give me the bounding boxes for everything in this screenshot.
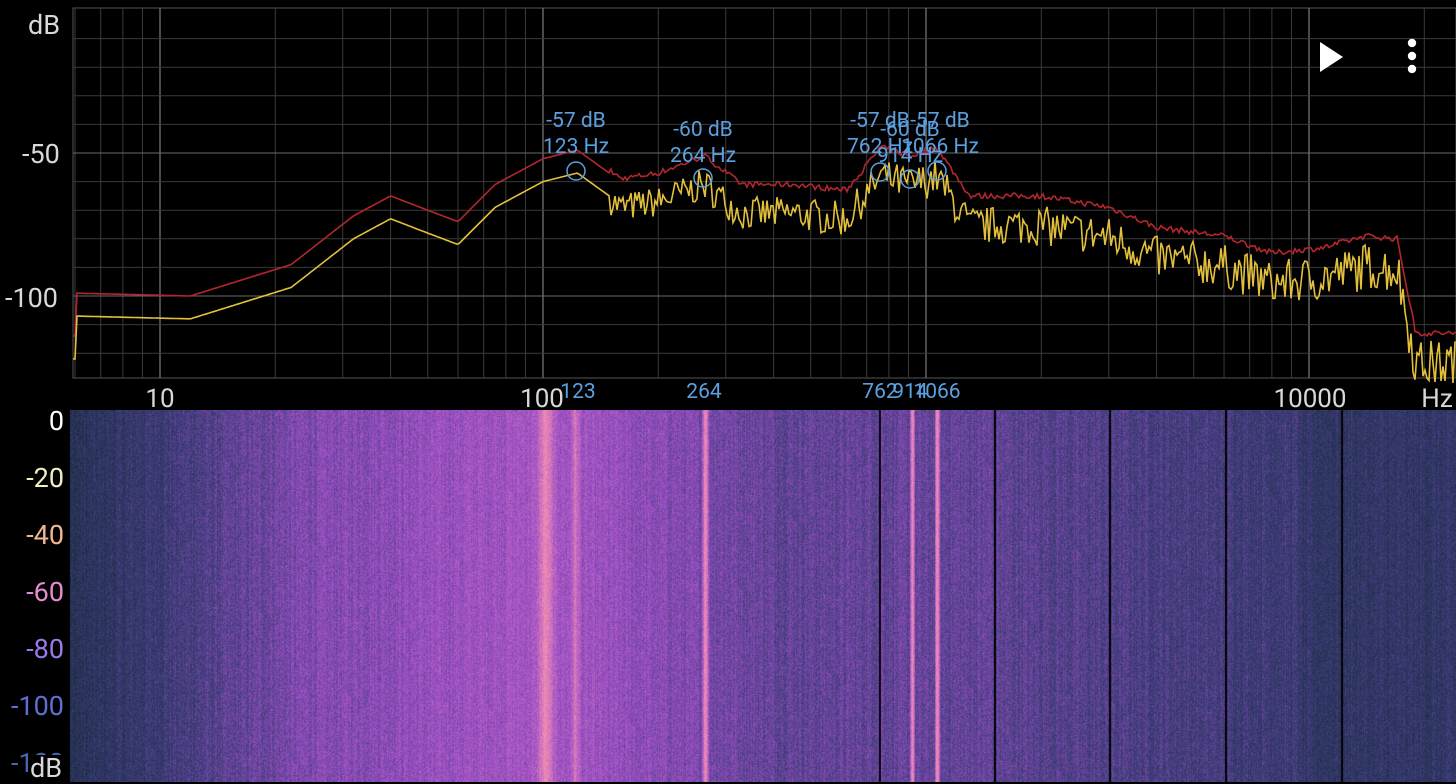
peak-axis-label: 1066 — [913, 380, 961, 404]
more-vert-icon — [1407, 38, 1417, 74]
spectrogram-scale-label: -80 — [26, 633, 64, 665]
play-button[interactable] — [1310, 37, 1350, 77]
y-unit-label: dB — [28, 9, 61, 41]
more-options-button[interactable] — [1392, 37, 1432, 77]
spectrogram-scale-label: -40 — [26, 519, 64, 551]
y-tick-label: -50 — [22, 138, 60, 170]
spectrogram-scale-label: -20 — [26, 462, 64, 494]
spectrogram-scale-label: -60 — [26, 576, 64, 608]
y-tick-label: -100 — [5, 282, 58, 314]
plot-area — [72, 7, 1456, 379]
peak-db: -57 dB — [546, 109, 606, 133]
peak-db: -60 dB — [673, 118, 733, 142]
peak-db: -57 dB — [910, 109, 970, 133]
peak-hz: 1066 Hz — [901, 135, 979, 159]
peak-hz: 123 Hz — [542, 135, 610, 159]
play-icon — [1320, 42, 1343, 72]
peak-annotation: -57 dB 1066 Hz — [901, 108, 979, 160]
peak-axis-label: 123 — [560, 380, 596, 404]
peak-axis-label: 264 — [686, 380, 722, 404]
spectrogram-unit-label: dB — [28, 752, 65, 784]
peak-annotation: -57 dB 123 Hz — [543, 108, 609, 160]
spectrogram-waterfall[interactable] — [0, 410, 1456, 782]
spectrum-chart[interactable] — [0, 0, 1456, 410]
peak-annotation: -60 dB 264 Hz — [670, 117, 736, 169]
spectrogram-scale-label: 0 — [48, 405, 64, 437]
peak-hz: 264 Hz — [669, 144, 737, 168]
spectrogram-scale-label: -100 — [11, 690, 64, 722]
